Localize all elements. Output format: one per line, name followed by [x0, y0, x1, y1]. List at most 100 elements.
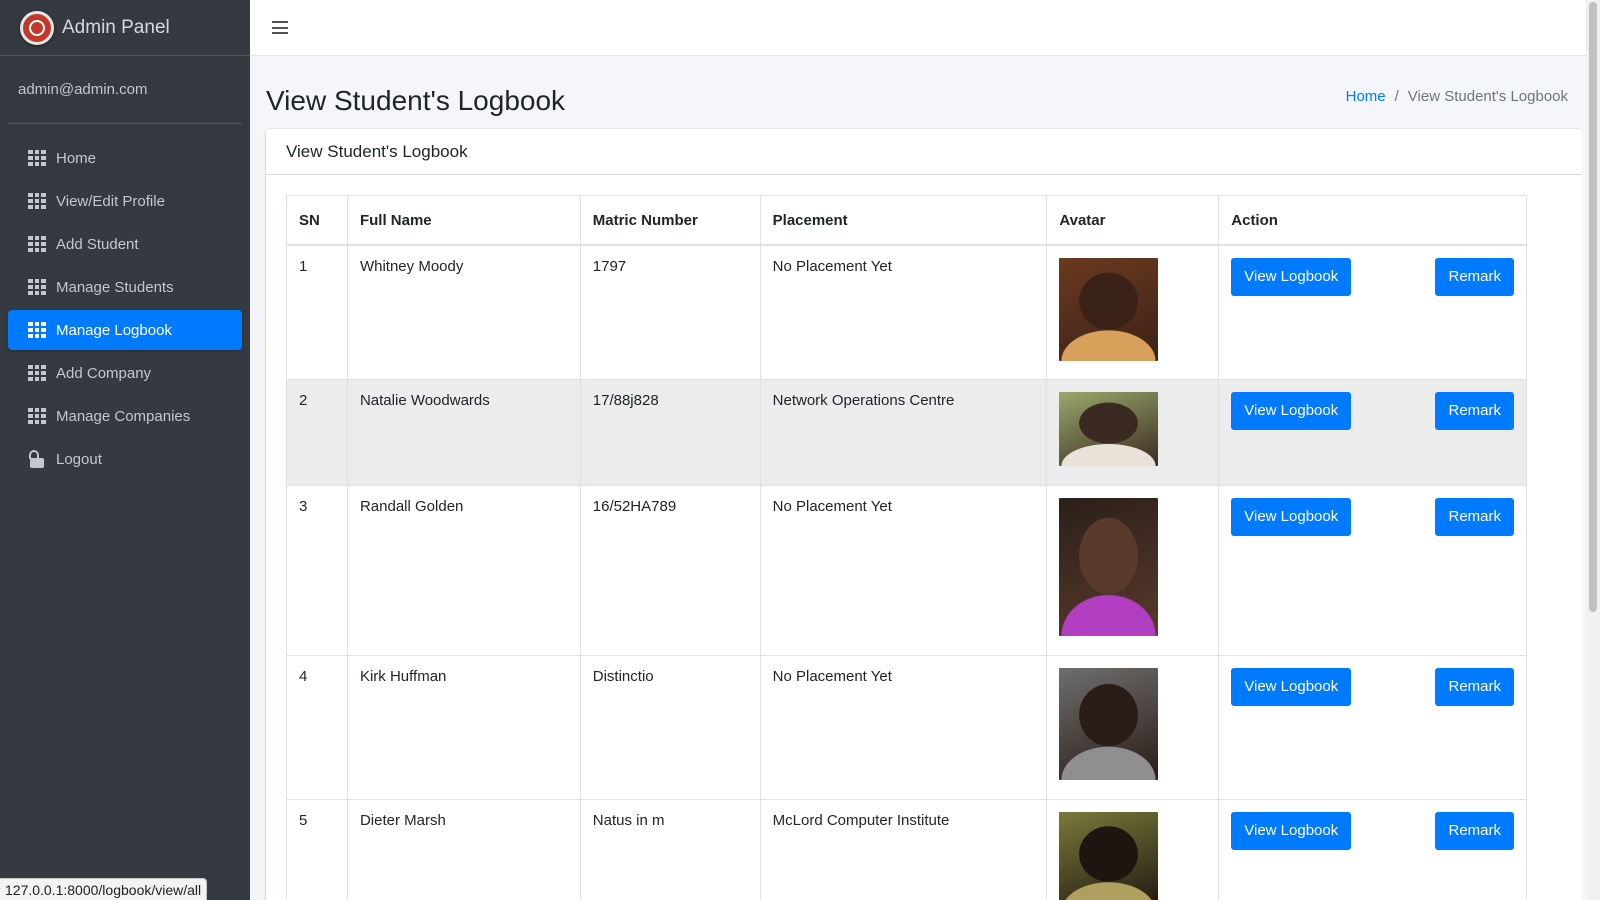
column-header-placement: Placement: [759, 195, 1048, 246]
crest-logo-icon: [20, 10, 54, 45]
cell-matric-number: Natus in m: [579, 799, 761, 900]
sidebar-item-label: Manage Students: [56, 278, 174, 296]
cell-placement: No Placement Yet: [759, 244, 1048, 380]
sidebar-item-label: Add Student: [56, 235, 139, 253]
content-wrapper: View Student's Logbook Home / View Stude…: [250, 56, 1582, 900]
grid-icon: [28, 279, 46, 295]
logbook-card: View Student's Logbook SN Full Name Matr…: [266, 129, 1582, 900]
sidebar-item-label: View/Edit Profile: [56, 192, 165, 210]
grid-icon: [28, 193, 46, 209]
grid-icon: [28, 322, 46, 338]
cell-full-name: Natalie Woodwards: [346, 379, 581, 486]
page-title: View Student's Logbook: [266, 85, 566, 116]
student-avatar-image: [1059, 668, 1159, 780]
column-header-sn: SN: [286, 195, 348, 246]
cell-action: View Logbook Remark: [1218, 655, 1527, 800]
sidebar-item-logout[interactable]: Logout: [8, 439, 242, 479]
cell-avatar: [1046, 485, 1220, 656]
sidebar-item-home[interactable]: Home: [8, 138, 242, 178]
status-bar-url: 127.0.0.1:8000/logbook/view/all: [0, 878, 208, 900]
sidebar-item-manage-companies[interactable]: Manage Companies: [8, 396, 242, 436]
cell-matric-number: 17/88j828: [579, 379, 761, 486]
breadcrumb-current: View Student's Logbook: [1407, 87, 1568, 105]
cell-avatar: [1046, 244, 1220, 380]
student-avatar-image: [1059, 812, 1159, 900]
students-table: SN Full Name Matric Number Placement Ava…: [286, 195, 1527, 900]
column-header-full-name: Full Name: [346, 195, 581, 246]
cell-matric-number: 1797: [579, 244, 761, 380]
cell-avatar: [1046, 655, 1220, 800]
cell-avatar: [1046, 799, 1220, 900]
cell-avatar: [1046, 379, 1220, 486]
user-email[interactable]: admin@admin.com: [18, 81, 147, 98]
sidebar-item-view-edit-profile[interactable]: View/Edit Profile: [8, 181, 242, 221]
cell-sn: 1: [286, 244, 348, 380]
table-row: 1 Whitney Moody 1797 No Placement Yet Vi…: [286, 244, 1527, 380]
unlock-icon: [28, 450, 46, 468]
remark-button[interactable]: Remark: [1435, 668, 1514, 706]
sidebar-item-add-student[interactable]: Add Student: [8, 224, 242, 264]
breadcrumb-separator: /: [1394, 87, 1399, 105]
cell-sn: 4: [286, 655, 348, 800]
cell-full-name: Dieter Marsh: [346, 799, 581, 900]
student-avatar-image: [1059, 498, 1159, 636]
cell-placement: No Placement Yet: [759, 485, 1048, 656]
grid-icon: [28, 236, 46, 252]
cell-matric-number: Distinctio: [579, 655, 761, 800]
cell-action: View Logbook Remark: [1218, 244, 1527, 380]
table-row: 4 Kirk Huffman Distinctio No Placement Y…: [286, 655, 1527, 800]
card-body: SN Full Name Matric Number Placement Ava…: [266, 175, 1582, 900]
sidebar-item-label: Add Company: [56, 364, 152, 382]
scrollbar-thumb[interactable]: [1589, 2, 1597, 612]
student-avatar-image: [1059, 257, 1159, 361]
remark-button[interactable]: Remark: [1435, 812, 1514, 850]
grid-icon: [28, 408, 46, 424]
view-logbook-button[interactable]: View Logbook: [1231, 392, 1352, 430]
sidebar-item-label: Manage Logbook: [56, 321, 172, 339]
content-header: View Student's Logbook Home / View Stude…: [250, 56, 1582, 126]
table-row: 3 Randall Golden 16/52HA789 No Placement…: [286, 485, 1527, 656]
menu-toggle-icon[interactable]: [272, 21, 288, 34]
sidebar: Admin Panel admin@admin.com Home View/Ed…: [0, 0, 250, 900]
card-title: View Student's Logbook: [266, 129, 1582, 175]
cell-placement: No Placement Yet: [759, 655, 1048, 800]
cell-action: View Logbook Remark: [1218, 799, 1527, 900]
page-scrollbar[interactable]: [1586, 0, 1600, 900]
remark-button[interactable]: Remark: [1435, 257, 1514, 296]
table-row: 2 Natalie Woodwards 17/88j828 Network Op…: [286, 379, 1527, 486]
brand-title: Admin Panel: [62, 16, 170, 38]
cell-sn: 5: [286, 799, 348, 900]
view-logbook-button[interactable]: View Logbook: [1231, 668, 1352, 706]
remark-button[interactable]: Remark: [1435, 498, 1514, 536]
view-logbook-button[interactable]: View Logbook: [1231, 498, 1352, 536]
breadcrumb-home-link[interactable]: Home: [1346, 88, 1386, 105]
sidebar-item-manage-students[interactable]: Manage Students: [8, 267, 242, 307]
column-header-avatar: Avatar: [1046, 195, 1220, 246]
brand-link[interactable]: Admin Panel: [0, 0, 250, 56]
cell-sn: 3: [286, 485, 348, 656]
cell-action: View Logbook Remark: [1218, 485, 1527, 656]
grid-icon: [28, 365, 46, 381]
cell-placement: Network Operations Centre: [759, 379, 1048, 486]
sidebar-item-manage-logbook[interactable]: Manage Logbook: [8, 310, 242, 350]
sidebar-item-add-company[interactable]: Add Company: [8, 353, 242, 393]
remark-button[interactable]: Remark: [1435, 392, 1514, 430]
sidebar-item-label: Manage Companies: [56, 407, 191, 425]
student-avatar-image: [1059, 392, 1159, 466]
column-header-action: Action: [1218, 195, 1527, 246]
cell-full-name: Randall Golden: [346, 485, 581, 656]
sidebar-nav: Home View/Edit Profile Add Student Manag…: [0, 124, 250, 479]
view-logbook-button[interactable]: View Logbook: [1231, 257, 1352, 296]
cell-full-name: Whitney Moody: [346, 244, 581, 380]
sidebar-item-label: Logout: [56, 450, 102, 468]
user-panel: admin@admin.com: [8, 56, 242, 124]
view-logbook-button[interactable]: View Logbook: [1231, 812, 1352, 850]
breadcrumb: Home / View Student's Logbook: [1346, 88, 1568, 105]
sidebar-item-label: Home: [56, 149, 97, 167]
cell-action: View Logbook Remark: [1218, 379, 1527, 486]
top-navbar: [250, 0, 1600, 56]
table-row: 5 Dieter Marsh Natus in m McLord Compute…: [286, 799, 1527, 900]
grid-icon: [28, 150, 46, 166]
column-header-matric-number: Matric Number: [579, 195, 761, 246]
cell-full-name: Kirk Huffman: [346, 655, 581, 800]
